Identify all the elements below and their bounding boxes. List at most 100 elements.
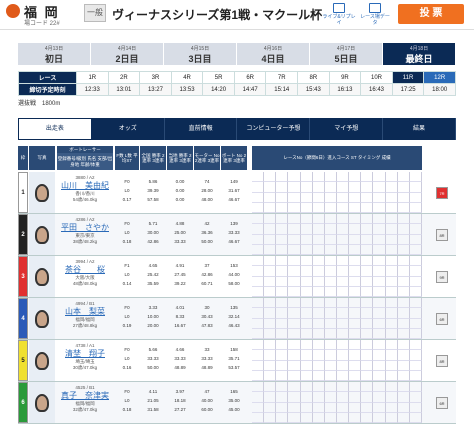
content-tab[interactable]: マイ予想 bbox=[310, 118, 384, 140]
series-grid-cell bbox=[385, 382, 398, 393]
series-grid-cell bbox=[324, 234, 337, 245]
racer-st: F0 L0 0.16 bbox=[115, 345, 139, 372]
stat-value: 50.00 bbox=[147, 365, 159, 370]
day-tab[interactable]: 4月15日 3日目 bbox=[164, 43, 237, 65]
race-tag[interactable]: 8R bbox=[436, 355, 448, 367]
race-number[interactable]: 3R bbox=[139, 71, 172, 84]
racer-info: 3994 / A2 茶谷 桜 大阪/大阪 48歳/48.0kg bbox=[57, 256, 113, 297]
stat-value: 28.00 bbox=[201, 188, 213, 193]
day-tab[interactable]: 4月16日 4日目 bbox=[237, 43, 310, 65]
series-grid-cell bbox=[373, 402, 386, 413]
racer-name[interactable]: 山本 梨菜 bbox=[57, 307, 113, 317]
content-tab[interactable]: 結果 bbox=[383, 118, 456, 140]
series-grid-cell bbox=[409, 402, 422, 413]
series-grid-cell bbox=[397, 172, 410, 183]
race-number[interactable]: 10R bbox=[360, 71, 393, 84]
race-number[interactable]: 4R bbox=[170, 71, 204, 84]
entry-table: 枠 写真 ボートレーサー 登録番号/級別 氏名 支部/出身地 年齢/体重 F数 … bbox=[18, 146, 456, 436]
series-grid bbox=[252, 298, 422, 339]
series-grid-cell bbox=[276, 224, 289, 235]
video-icon bbox=[333, 3, 345, 13]
race-number[interactable]: 9R bbox=[328, 71, 362, 84]
boat-header: ボート No 2連率 3連率 bbox=[221, 146, 247, 170]
series-grid-cell bbox=[312, 276, 325, 287]
day-tab[interactable]: 4月18日 最終日 bbox=[383, 43, 456, 65]
series-grid-cell bbox=[276, 402, 289, 413]
race-number[interactable]: 6R bbox=[233, 71, 267, 84]
series-grid-cell bbox=[336, 340, 350, 351]
race-tag[interactable]: 6R bbox=[436, 313, 448, 325]
racer-name[interactable]: 山川 美由紀 bbox=[57, 181, 113, 191]
series-grid-cell bbox=[276, 340, 289, 351]
series-grid-cell bbox=[385, 192, 398, 203]
series-grid-cell bbox=[397, 382, 410, 393]
series-grid-cell bbox=[361, 370, 374, 381]
race-tag[interactable]: 7R bbox=[436, 187, 448, 199]
race-number[interactable]: 8R bbox=[297, 71, 330, 84]
content-tab[interactable]: コンピューター予想 bbox=[237, 118, 311, 140]
series-grid-cell bbox=[264, 318, 277, 329]
series-grid-cell bbox=[276, 350, 289, 361]
racer-portrait bbox=[35, 183, 49, 202]
racer-name[interactable]: 茶谷 桜 bbox=[57, 265, 113, 275]
series-grid-cell bbox=[288, 286, 301, 297]
series-grid-cell bbox=[324, 328, 337, 339]
series-grid-cell bbox=[252, 382, 265, 393]
vote-button[interactable]: 投 票 bbox=[398, 4, 464, 24]
series-grid-cell bbox=[385, 370, 398, 381]
series-grid-cell bbox=[300, 256, 313, 267]
stat-value: 139 bbox=[230, 221, 238, 226]
racer-portrait bbox=[35, 351, 49, 370]
series-grid-row bbox=[252, 360, 422, 371]
series-grid-cell bbox=[276, 318, 289, 329]
series-grid-cell bbox=[324, 412, 337, 423]
race-tag[interactable]: 6R bbox=[436, 397, 448, 409]
series-grid-cell bbox=[312, 340, 325, 351]
series-grid-cell bbox=[385, 202, 398, 213]
stat-value: 0.17 bbox=[122, 197, 132, 202]
day-tab[interactable]: 4月14日 2日目 bbox=[91, 43, 164, 65]
series-grid-cell bbox=[324, 308, 337, 319]
content-tab[interactable]: 出走表 bbox=[18, 118, 92, 140]
live-replay-button[interactable]: ライブ&リプレイ bbox=[322, 2, 356, 28]
racer-name[interactable]: 清埜 翔子 bbox=[57, 349, 113, 359]
series-grid-cell bbox=[361, 182, 374, 193]
race-number[interactable]: 5R bbox=[202, 71, 235, 84]
stat-value: 3.33 bbox=[148, 305, 158, 310]
series-grid-cell bbox=[312, 266, 325, 277]
race-tag[interactable]: 8R bbox=[436, 229, 448, 241]
series-grid-cell bbox=[300, 286, 313, 297]
race-tag[interactable]: 9R bbox=[436, 271, 448, 283]
series-grid-cell bbox=[300, 224, 313, 235]
series-grid-cell bbox=[300, 392, 313, 403]
series-grid-cell bbox=[312, 244, 325, 255]
series-grid-cell bbox=[361, 266, 374, 277]
racer-portrait bbox=[35, 393, 49, 412]
series-grid-cell bbox=[252, 224, 265, 235]
stat-value: 165 bbox=[230, 389, 238, 394]
content-tab[interactable]: オッズ bbox=[92, 118, 165, 140]
stat-value: F0 bbox=[124, 221, 130, 226]
content-tab[interactable]: 直前情報 bbox=[165, 118, 238, 140]
day-tab[interactable]: 4月13日 初日 bbox=[18, 43, 91, 65]
race-number[interactable]: 1R bbox=[76, 71, 109, 84]
racer-row: 6 4525 / B1 真子 奈津実 福岡/福岡 32歳/47.0kg F0 L0… bbox=[18, 382, 456, 424]
venue-logo-icon bbox=[6, 4, 20, 18]
race-number[interactable]: 11R bbox=[391, 71, 425, 84]
venue-data-button[interactable]: レース場データ bbox=[358, 2, 392, 28]
racer-name[interactable]: 平田 さやか bbox=[57, 223, 113, 233]
stat-value: 42 bbox=[204, 221, 210, 226]
race-time: 15:43 bbox=[297, 83, 330, 96]
racer-row: 4 4994 / B1 山本 梨菜 福岡/福岡 27歳/48.8kg F0 L0 0… bbox=[18, 298, 456, 340]
series-grid-cell bbox=[324, 202, 337, 213]
race-number[interactable]: 7R bbox=[265, 71, 299, 84]
stat-value: F1 bbox=[124, 263, 130, 268]
race-number[interactable]: 2R bbox=[107, 71, 141, 84]
series-grid-cell bbox=[312, 370, 325, 381]
racer-name[interactable]: 真子 奈津実 bbox=[57, 391, 113, 401]
race-number[interactable]: 12R bbox=[423, 71, 456, 84]
series-grid-cell bbox=[373, 224, 386, 235]
day-tab[interactable]: 4月17日 5日目 bbox=[310, 43, 383, 65]
series-grid-cell bbox=[276, 370, 289, 381]
series-grid-cell bbox=[361, 412, 374, 423]
